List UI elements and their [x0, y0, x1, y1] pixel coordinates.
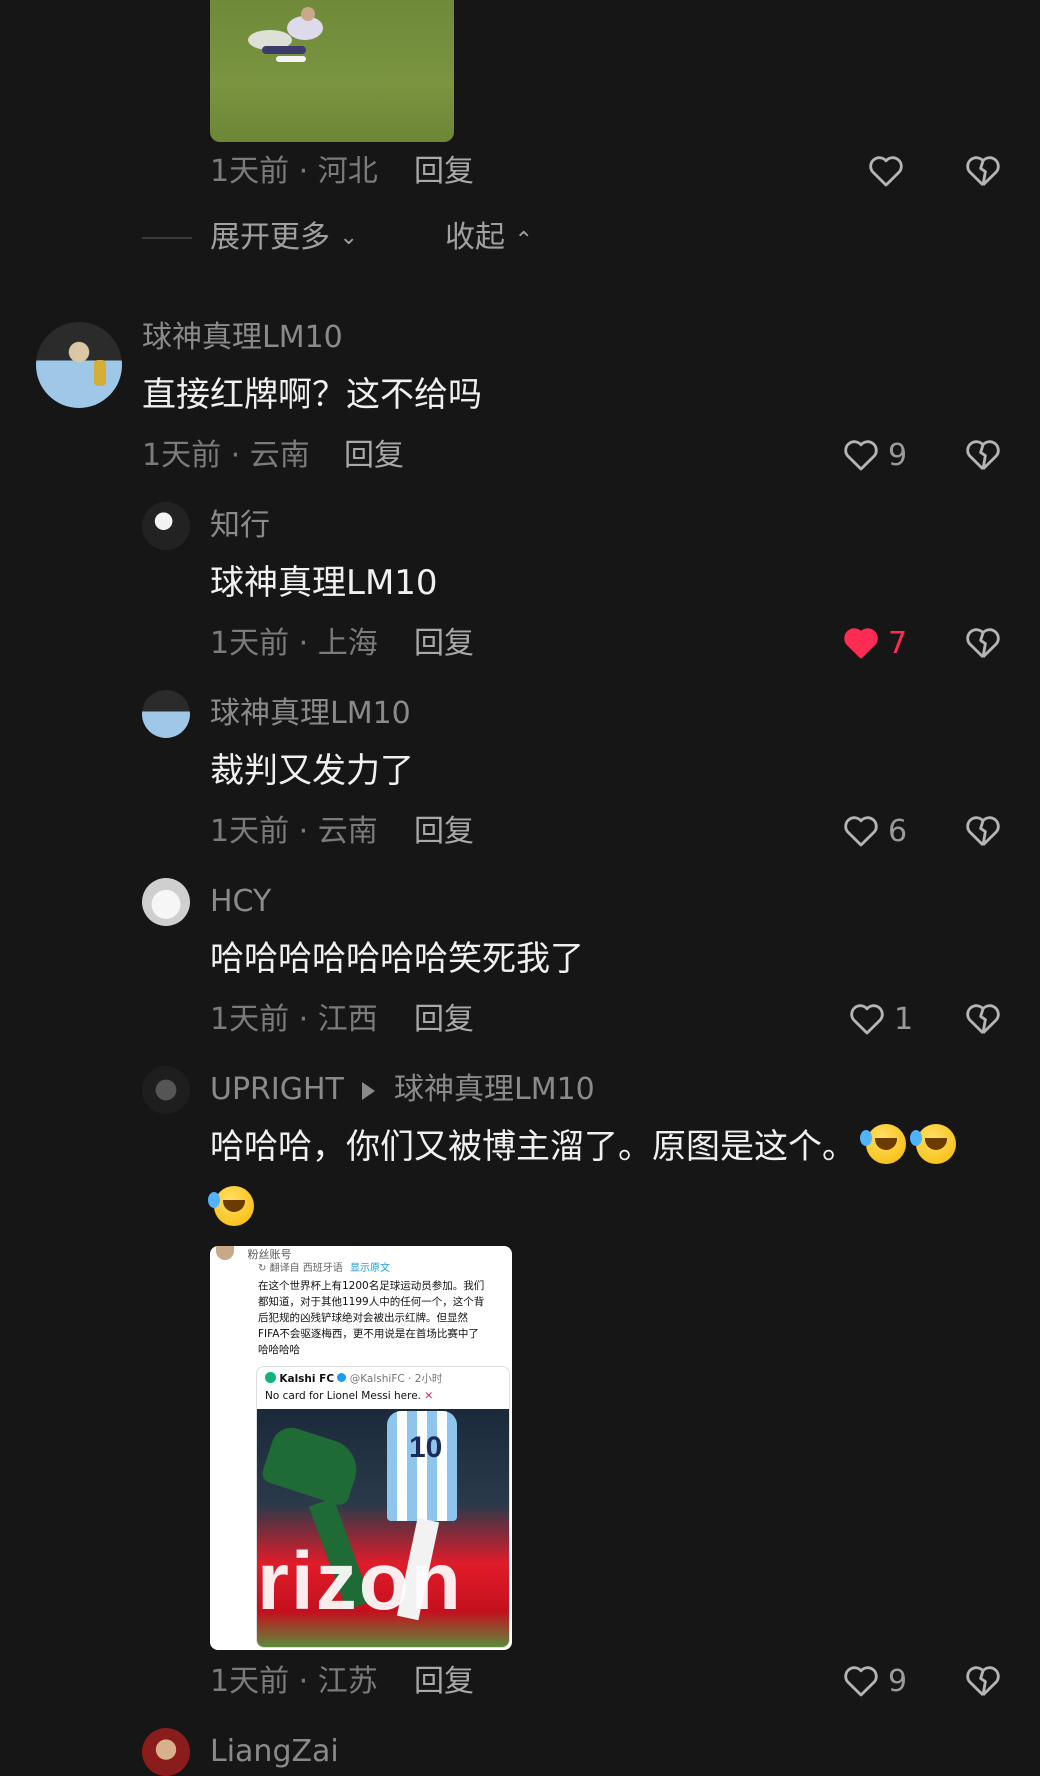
- avatar[interactable]: [142, 1728, 190, 1776]
- quoted-handle: @KalshiFC · 2小时: [349, 1373, 443, 1385]
- translate-icon: ↻: [258, 1263, 267, 1274]
- comment-text: 直接红牌啊？这不给吗: [142, 375, 482, 415]
- player-green-kit: [259, 1422, 365, 1508]
- quoted-post-header: Kalshi FC @KalshiFC · 2小时: [265, 1372, 442, 1386]
- thread-divider: [142, 237, 192, 239]
- embedded-translation-line: ↻ 翻译自 西班牙语 显示原文: [258, 1262, 390, 1276]
- laughing-crying-emoji-icon: [860, 1124, 906, 1164]
- laughing-crying-emoji-icon: [910, 1124, 956, 1164]
- expand-more-button[interactable]: 展开更多 ⌄: [210, 218, 358, 258]
- like-count: 1: [894, 1002, 914, 1037]
- comment-text: 哈哈哈，你们又被博主溜了。原图是这个。: [210, 1124, 956, 1170]
- quoted-post-photo: 10 rizon: [257, 1409, 509, 1647]
- comment-meta: 1天前 · 江西: [210, 1002, 378, 1037]
- like-count: 9: [888, 1664, 908, 1699]
- laughing-crying-emoji-icon: [208, 1186, 254, 1226]
- reply-button[interactable]: 回复: [414, 152, 474, 192]
- reply-arrow-icon: [362, 1082, 375, 1100]
- embedded-post-body: 在这个世界杯上有1200名足球运动员参加。我们 都知道，对于其他1199人中的任…: [258, 1278, 508, 1358]
- collapse-label: 收起: [445, 220, 505, 255]
- comment-username[interactable]: UPRIGHT: [210, 1070, 344, 1110]
- like-heart-icon[interactable]: [867, 152, 905, 188]
- collapse-button[interactable]: 收起 ⌃: [445, 218, 533, 261]
- comment-meta: 1天前 · 江苏: [210, 1664, 378, 1699]
- dislike-broken-heart-icon[interactable]: [964, 1000, 1002, 1036]
- comment-meta: 1天前 · 云南: [142, 438, 310, 473]
- football-player-figure: [248, 7, 323, 62]
- dislike-broken-heart-icon[interactable]: [964, 624, 1002, 660]
- embedded-quoted-post: Kalshi FC @KalshiFC · 2小时 No card for Li…: [256, 1366, 510, 1648]
- avatar[interactable]: [142, 502, 190, 550]
- like-heart-icon[interactable]: [848, 1000, 886, 1036]
- avatar-trophy: [94, 360, 106, 386]
- comment-username[interactable]: LiangZai: [210, 1732, 339, 1772]
- liked-heart-icon[interactable]: [842, 624, 880, 660]
- embedded-avatar: [216, 1246, 234, 1260]
- comment-meta: 1天前 · 上海: [210, 626, 378, 661]
- quoted-text: No card for Lionel Messi here.: [265, 1390, 422, 1402]
- kalshi-logo-icon: [265, 1372, 276, 1383]
- reply-button[interactable]: 回复: [414, 1662, 474, 1702]
- dislike-broken-heart-icon[interactable]: [964, 812, 1002, 848]
- avatar[interactable]: [142, 690, 190, 738]
- comment-username[interactable]: 球神真理LM10: [142, 318, 343, 358]
- comment-username[interactable]: HCY: [210, 882, 271, 922]
- embedded-post-header: 粉丝账号: [216, 1246, 506, 1262]
- comment-meta: 1天前 · 云南: [210, 814, 378, 849]
- embedded-account-name: 粉丝账号: [247, 1248, 292, 1261]
- quoted-post-text: No card for Lionel Messi here. ✕: [265, 1389, 433, 1403]
- comment-text: 哈哈哈哈哈哈哈笑死我了: [210, 939, 584, 979]
- reply-image-thumbnail[interactable]: [210, 0, 454, 142]
- comment-username[interactable]: 知行: [210, 506, 270, 546]
- verified-badge-icon: [337, 1373, 347, 1382]
- red-x-icon: ✕: [424, 1390, 434, 1402]
- reply-button[interactable]: 回复: [414, 1000, 474, 1040]
- reply-button[interactable]: 回复: [414, 624, 474, 664]
- like-heart-icon[interactable]: [842, 436, 880, 472]
- like-count: 6: [888, 814, 908, 849]
- embedded-body-line: 后犯规的凶残铲球绝对会被出示红牌。但显然: [258, 1312, 468, 1324]
- stadium-banner-text: rizon: [257, 1536, 463, 1627]
- chevron-down-icon: ⌄: [339, 225, 358, 250]
- dislike-broken-heart-icon[interactable]: [964, 436, 1002, 472]
- jersey-number: 10: [409, 1431, 443, 1464]
- embedded-translated-from: 翻译自 西班牙语: [269, 1263, 343, 1274]
- chevron-up-icon: ⌃: [514, 228, 533, 253]
- comment-text: 球神真理LM10: [210, 563, 438, 603]
- comment-text: 裁判又发力了: [210, 751, 414, 791]
- reply-button[interactable]: 回复: [414, 812, 474, 852]
- embedded-body-line: 哈哈哈哈: [258, 1344, 300, 1356]
- like-count: 9: [888, 438, 908, 473]
- reply-button[interactable]: 回复: [344, 436, 404, 476]
- like-heart-icon[interactable]: [842, 812, 880, 848]
- embedded-body-line: 都知道，对于其他1199人中的任何一个，这个背: [258, 1296, 485, 1308]
- expand-more-label: 展开更多: [210, 220, 330, 255]
- comment-username[interactable]: 球神真理LM10: [210, 694, 411, 734]
- embedded-show-original: 显示原文: [349, 1263, 390, 1274]
- avatar[interactable]: [142, 878, 190, 926]
- comment-text-body: 哈哈哈，你们又被博主溜了。原图是这个。: [210, 1127, 856, 1167]
- comment-meta: 1天前 · 河北: [210, 154, 378, 189]
- avatar[interactable]: [36, 322, 122, 408]
- comment-attached-image[interactable]: 粉丝账号 ↻ 翻译自 西班牙语 显示原文 在这个世界杯上有1200名足球运动员参…: [210, 1246, 512, 1650]
- embedded-body-line: FIFA不会驱逐梅西，更不用说是在首场比赛中了: [258, 1328, 479, 1340]
- dislike-broken-heart-icon[interactable]: [964, 152, 1002, 188]
- like-heart-icon[interactable]: [842, 1662, 880, 1698]
- dislike-broken-heart-icon[interactable]: [964, 1662, 1002, 1698]
- like-count: 7: [888, 626, 908, 661]
- embedded-body-line: 在这个世界杯上有1200名足球运动员参加。我们: [258, 1280, 485, 1292]
- avatar[interactable]: [142, 1066, 190, 1114]
- quoted-account-name: Kalshi FC: [279, 1373, 335, 1385]
- jersey-white-player: 10: [387, 1411, 457, 1521]
- reply-to-username[interactable]: 球神真理LM10: [394, 1070, 595, 1110]
- comment-text-emoji-line: [204, 1186, 254, 1226]
